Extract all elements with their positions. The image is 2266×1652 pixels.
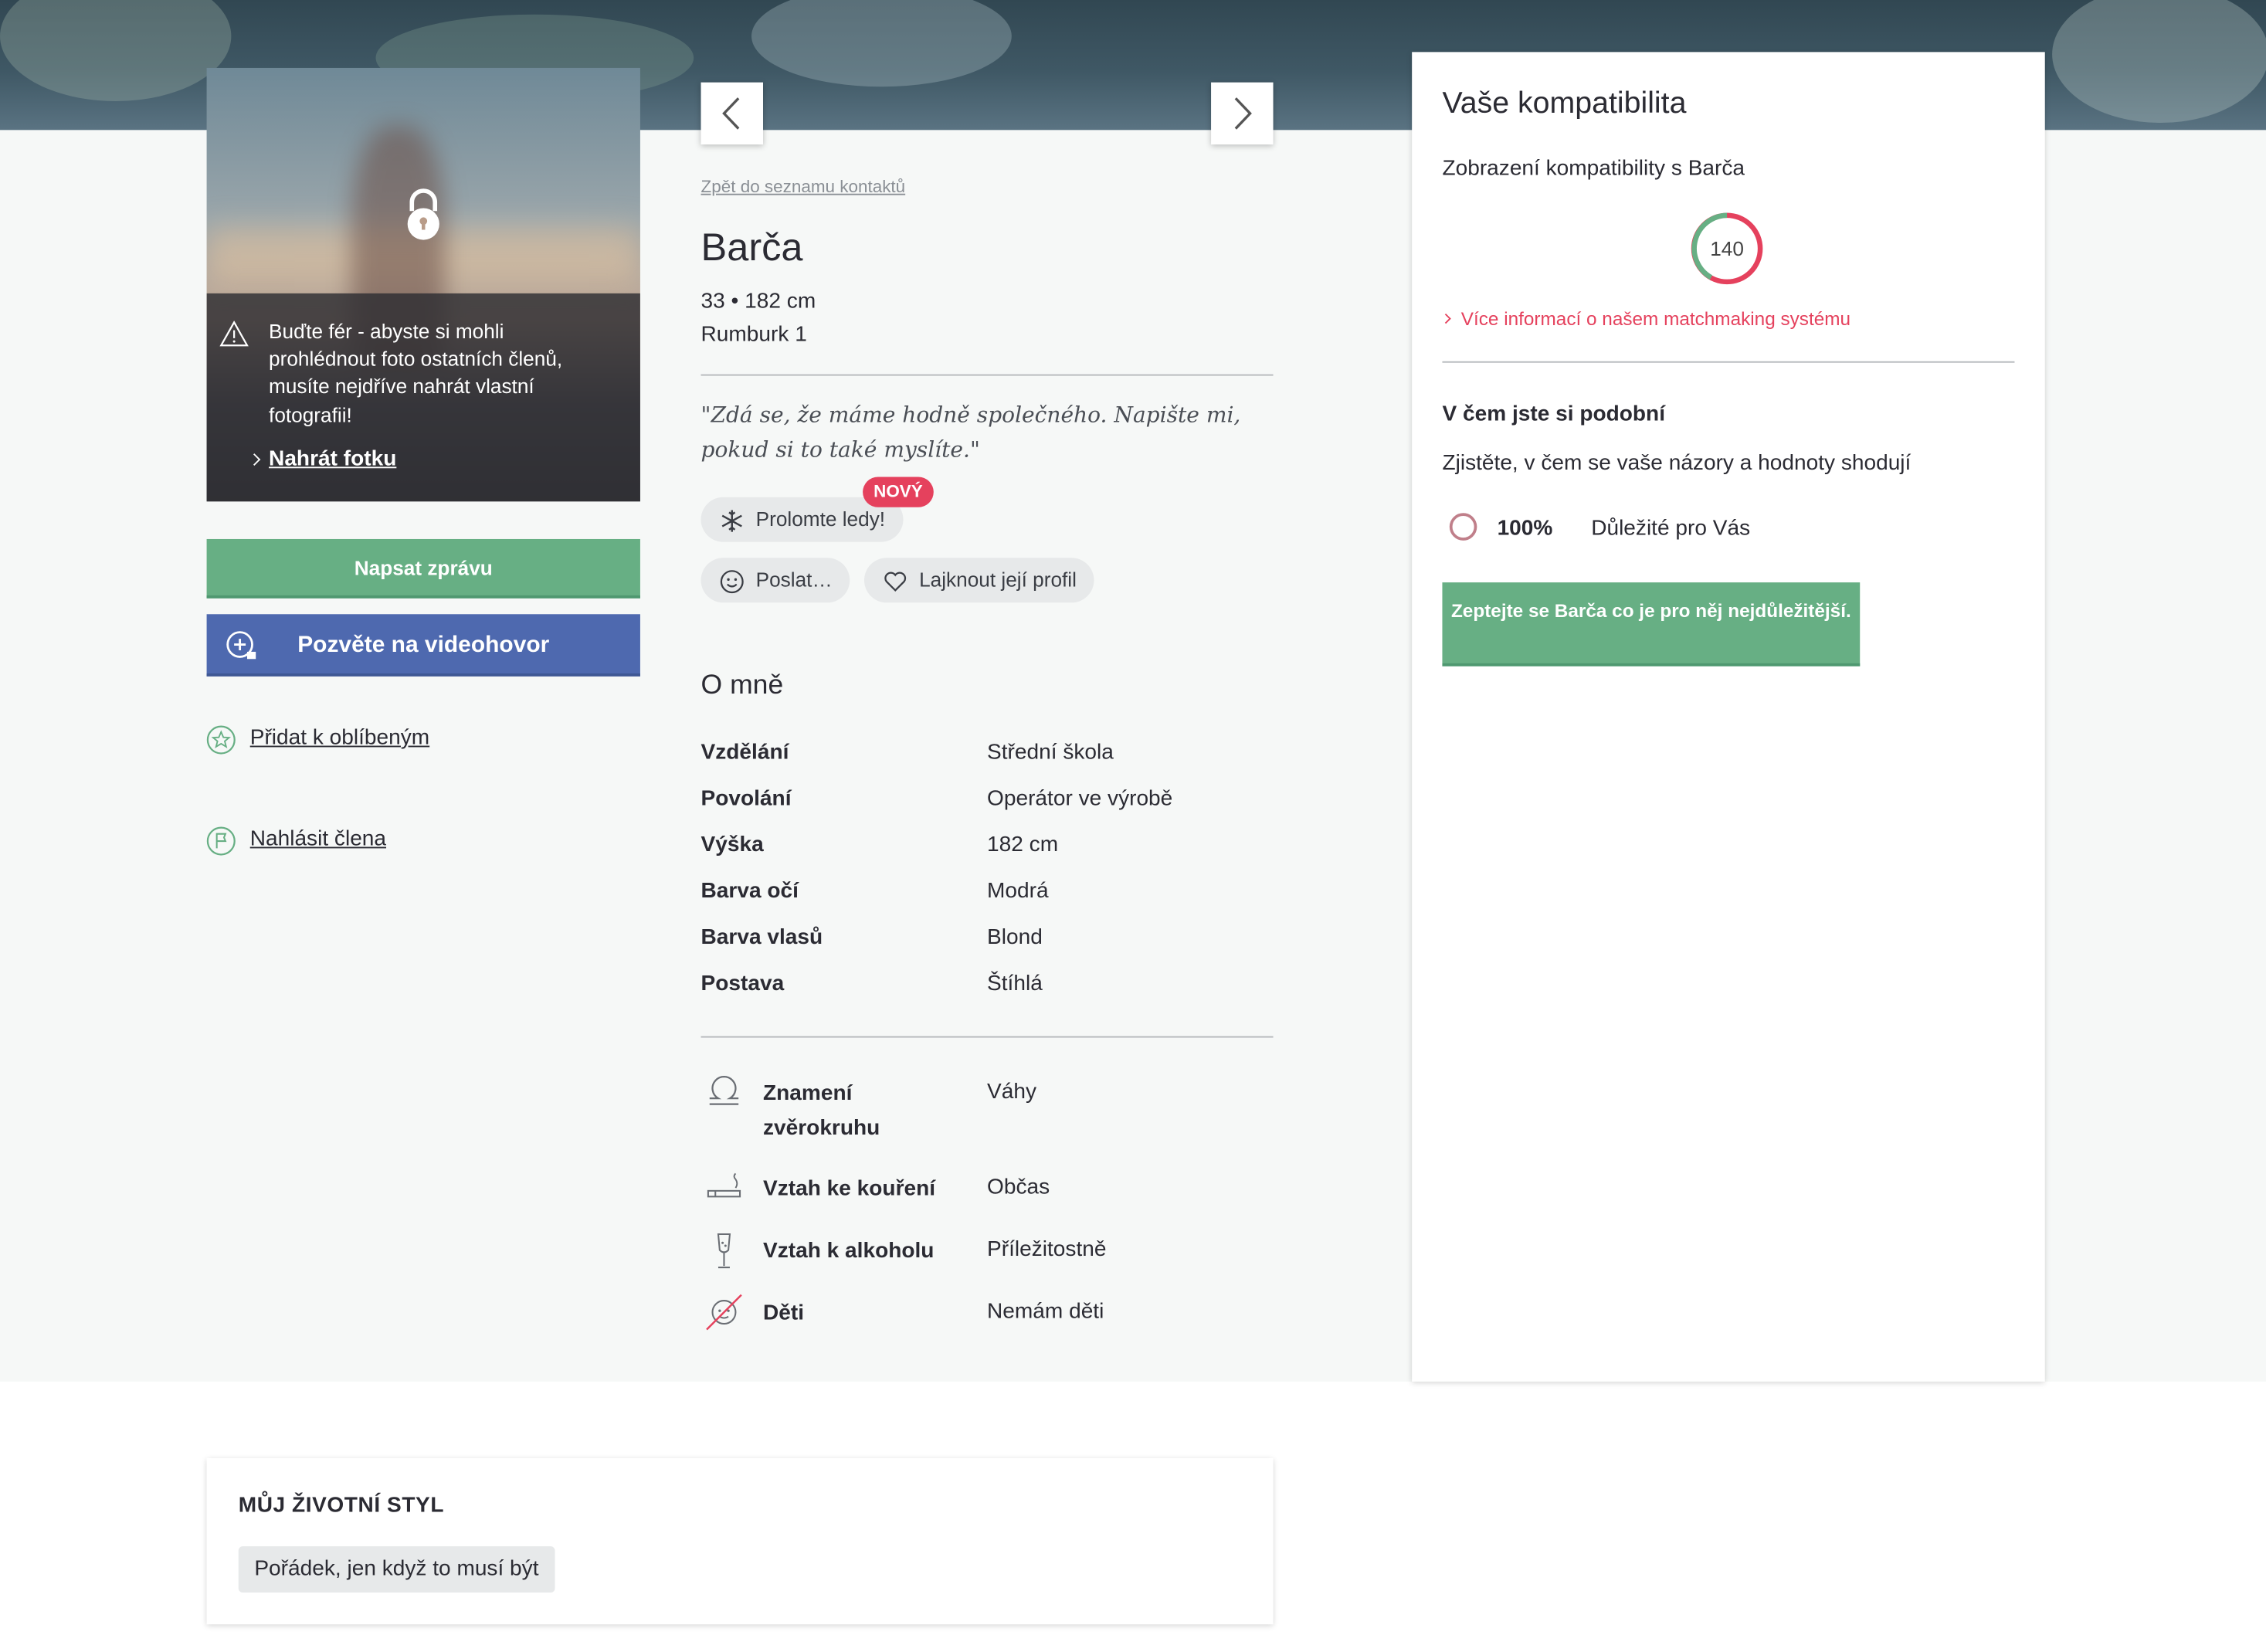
- about-label: Barva očí: [700, 878, 799, 904]
- smoking-value: Občas: [987, 1175, 1050, 1200]
- about-label: Vzdělání: [700, 740, 789, 765]
- about-label: Barva vlasů: [700, 924, 823, 950]
- profile-quote: "Zdá se, že máme hodně společného. Napiš…: [700, 402, 1241, 463]
- chevron-left-icon: [722, 97, 740, 130]
- about-value: Operátor ve výrobě: [987, 785, 1173, 811]
- about-me-title: O mně: [700, 670, 784, 701]
- zodiac-value: Váhy: [987, 1079, 1037, 1104]
- lifestyle-title: MŮJ ŽIVOTNÍ STYL: [238, 1492, 445, 1518]
- star-icon: [206, 725, 236, 755]
- compatibility-score-ring: 140: [1689, 211, 1764, 286]
- upload-photo-label: Nahrát fotku: [269, 446, 397, 472]
- chevron-right-icon: [248, 453, 261, 466]
- video-call-label: Pozvěte na videohovor: [297, 633, 550, 658]
- lifestyle-tag: Pořádek, jen když to musí být: [238, 1546, 555, 1593]
- send-button[interactable]: Poslat…: [700, 558, 850, 603]
- compatibility-card: Vaše kompatibilita Zobrazení kompatibili…: [1412, 52, 2045, 1382]
- new-badge: NOVÝ: [863, 477, 934, 507]
- children-label: Děti: [762, 1301, 805, 1325]
- upload-photo-link[interactable]: Nahrát fotku: [248, 446, 397, 472]
- similarities-title: V čem jste si podobní: [1442, 402, 1666, 427]
- matchmaking-info-label: Více informací o našem matchmaking systé…: [1460, 307, 1851, 330]
- smiley-icon: [720, 570, 744, 594]
- compatibility-score: 140: [1710, 236, 1744, 260]
- compatibility-title: Vaše kompatibilita: [1442, 87, 1687, 120]
- libra-icon: [709, 1076, 739, 1105]
- chevron-right-icon: [1234, 97, 1252, 130]
- no-children-icon: [706, 1294, 742, 1331]
- snowflake-icon: [721, 510, 742, 532]
- smoking-label: Vztah ke kouření: [762, 1176, 936, 1201]
- icebreaker-label: Prolomte ledy!: [755, 507, 886, 531]
- add-to-favorites-link[interactable]: Přidat k oblíbeným: [250, 725, 429, 750]
- divider: [1442, 361, 2015, 363]
- about-value: Modrá: [987, 878, 1049, 904]
- like-profile-button[interactable]: Lajknout její profil: [863, 558, 1094, 603]
- hero-foliage: [2052, 0, 2266, 124]
- page: Buďte fér - abyste si mohli prohlédnout …: [0, 0, 2266, 1652]
- alcohol-value: Příležitostně: [987, 1236, 1107, 1262]
- lifestyle-card: MŮJ ŽIVOTNÍ STYL Pořádek, jen když to mu…: [206, 1458, 1274, 1625]
- report-member-link[interactable]: Nahlásit člena: [250, 826, 386, 851]
- hero-foliage: [751, 0, 1012, 87]
- photo-warning-overlay: Buďte fér - abyste si mohli prohlédnout …: [206, 293, 640, 502]
- warning-icon: [219, 321, 249, 347]
- about-value: Blond: [987, 924, 1043, 950]
- profile-photo[interactable]: Buďte fér - abyste si mohli prohlédnout …: [206, 67, 640, 502]
- photo-warning-text: Buďte fér - abyste si mohli prohlédnout …: [269, 319, 563, 426]
- about-label: Povolání: [700, 785, 792, 811]
- cigarette-icon: [707, 1172, 741, 1198]
- hero-foliage: [0, 0, 232, 101]
- match-percent: 100%: [1497, 516, 1553, 541]
- about-label: Postava: [700, 971, 785, 996]
- ask-what-matters-button[interactable]: Zeptejte se Barča co je pro něj nejdůlež…: [1442, 582, 1861, 667]
- heart-icon: [884, 572, 907, 592]
- video-call-icon: [226, 631, 256, 660]
- divider: [700, 1036, 1274, 1038]
- send-label: Poslat…: [755, 568, 833, 592]
- compatibility-subtitle: Zobrazení kompatibility s Barča: [1442, 156, 1745, 181]
- like-profile-label: Lajknout její profil: [919, 568, 1077, 592]
- previous-profile-button[interactable]: [700, 82, 763, 145]
- important-label: Důležité pro Vás: [1591, 516, 1751, 541]
- back-to-contacts-link[interactable]: Zpět do seznamu kontaktů: [701, 176, 906, 196]
- lock-icon: [407, 188, 439, 240]
- chevron-right-icon: [1440, 313, 1451, 324]
- write-message-button[interactable]: Napsat zprávu: [206, 538, 640, 599]
- about-value: Střední škola: [987, 740, 1114, 765]
- zodiac-label: Znamení zvěrokruhu: [762, 1080, 880, 1141]
- flag-icon: [206, 826, 236, 856]
- next-profile-button[interactable]: [1211, 82, 1274, 145]
- divider: [700, 374, 1274, 376]
- about-value: Štíhlá: [987, 971, 1043, 996]
- importance-radio[interactable]: [1449, 513, 1477, 541]
- profile-name: Barča: [700, 225, 803, 270]
- age-height: 33 • 182 cm: [700, 289, 816, 314]
- similarities-subtitle: Zjistěte, v čem se vaše názory a hodnoty…: [1442, 450, 1912, 476]
- location: Rumburk 1: [700, 322, 807, 348]
- matchmaking-info-link[interactable]: Více informací o našem matchmaking systé…: [1440, 307, 1851, 330]
- video-call-invite-button[interactable]: Pozvěte na videohovor: [206, 614, 640, 677]
- children-value: Nemám děti: [987, 1299, 1104, 1325]
- about-label: Výška: [700, 832, 764, 857]
- alcohol-label: Vztah k alkoholu: [762, 1238, 935, 1264]
- champagne-glass-icon: [717, 1233, 731, 1269]
- about-value: 182 cm: [987, 832, 1059, 857]
